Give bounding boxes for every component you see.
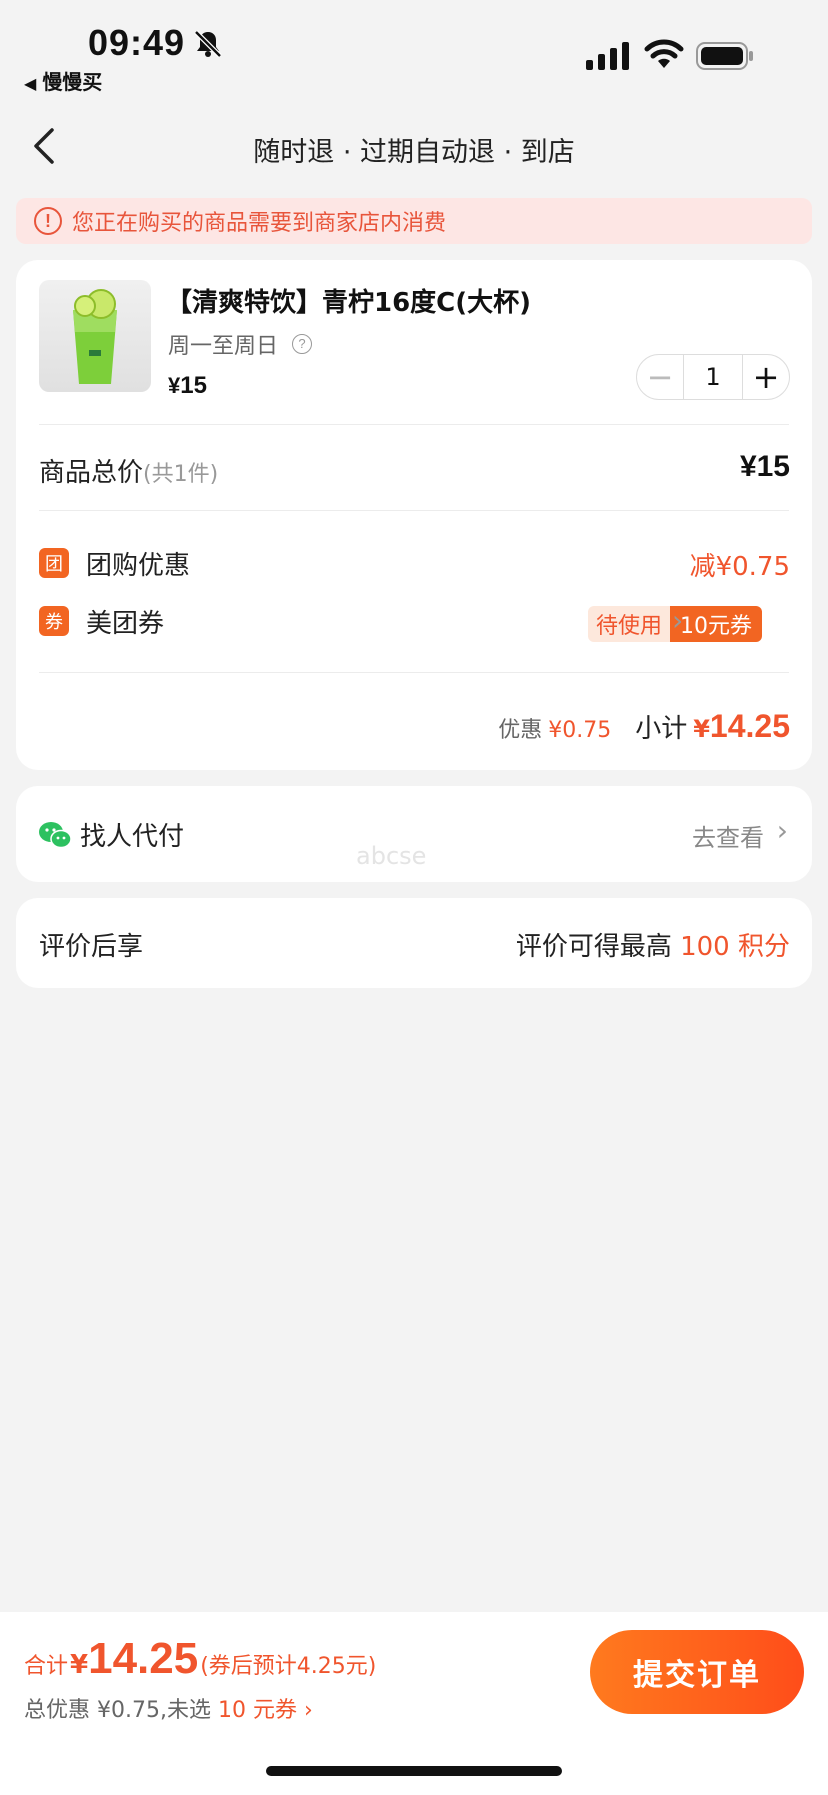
review-reward-prefix: 评价可得最高 <box>515 932 672 962</box>
wechat-icon <box>39 822 72 849</box>
divider <box>39 510 789 511</box>
store-notice-banner: ! 您正在购买的商品需要到商家店内消费 <box>16 198 812 244</box>
quantity-stepper: − 1 + <box>636 354 790 400</box>
savings-value: ¥0.75 <box>548 718 612 743</box>
page-title: 随时退 · 过期自动退 · 到店 <box>253 137 575 168</box>
quantity-value[interactable]: 1 <box>683 355 743 399</box>
coupon-pending-tag: 待使用 <box>588 606 671 642</box>
submit-order-button[interactable]: 提交订单 <box>590 1630 804 1714</box>
alert-icon: ! <box>34 207 62 235</box>
total-label-text: 商品总价 <box>39 458 144 488</box>
pay-for-me-row[interactable]: 找人代付 去查看 › abcse <box>16 786 812 882</box>
group-buy-discount: 减¥0.75 <box>689 552 790 582</box>
total-price-value: ¥15 <box>739 450 790 483</box>
notice-text: 您正在购买的商品需要到商家店内消费 <box>72 211 447 236</box>
subtotal-currency: ¥ <box>693 715 710 743</box>
divider <box>39 672 789 673</box>
after-coupon-estimate: (券后预计4.25元) <box>200 1654 377 1679</box>
grand-total-value: 14.25 <box>88 1634 199 1683</box>
watermark-text: abcse <box>356 842 427 870</box>
subtotal-value: 14.25 <box>709 708 790 744</box>
help-icon[interactable]: ? <box>292 334 313 354</box>
back-app-label: 慢慢买 <box>42 70 103 94</box>
wifi-icon <box>644 39 684 68</box>
cellular-signal-icon <box>586 42 629 70</box>
price-amount: 15 <box>180 372 207 399</box>
decrease-quantity-button[interactable]: − <box>637 355 683 399</box>
review-points: 100 积分 <box>680 932 790 962</box>
review-label: 评价后享 <box>39 932 144 962</box>
divider <box>39 424 789 425</box>
total-discount-text: 总优惠 ¥0.75,未选 <box>24 1698 211 1723</box>
subtotal-row: 优惠 ¥0.75 小计 ¥ 14.25 <box>498 708 790 745</box>
battery-icon <box>696 42 753 70</box>
back-to-app-link[interactable]: ◀ 慢慢买 <box>24 66 102 95</box>
review-reward-row: 评价后享 评价可得最高 100 积分 <box>16 898 812 988</box>
coupon-icon: 券 <box>39 606 69 636</box>
home-indicator[interactable] <box>266 1766 562 1776</box>
savings-label: 优惠 <box>498 718 543 743</box>
increase-quantity-button[interactable]: + <box>743 355 789 399</box>
item-count: (共1件) <box>143 462 219 487</box>
subtotal-label: 小计 <box>635 714 688 744</box>
grand-total-currency: ¥ <box>70 1650 89 1680</box>
total-price-label: 商品总价(共1件) <box>39 452 218 489</box>
chevron-right-icon[interactable]: › <box>672 604 683 637</box>
total-discount-info: 总优惠 ¥0.75,未选 10 元券 › <box>24 1692 313 1724</box>
coupon-amount-tag: 10元券 <box>670 606 763 642</box>
grand-total-label: 合计 <box>24 1654 69 1679</box>
unselected-coupon-link[interactable]: 10 元券 › <box>218 1698 313 1723</box>
price-currency: ¥ <box>168 373 181 398</box>
view-link[interactable]: 去查看 <box>692 818 764 853</box>
grand-total: 合计 ¥ 14.25 (券后预计4.25元) <box>24 1634 376 1684</box>
back-triangle-icon: ◀ <box>24 74 37 93</box>
product-name: 【清爽特饮】青柠16度C(大杯) <box>166 288 532 318</box>
pay-for-me-label: 找人代付 <box>80 822 185 852</box>
coupon-label: 美团券 <box>86 609 165 639</box>
group-buy-label: 团购优惠 <box>86 551 191 581</box>
chevron-right-icon: › <box>776 814 788 847</box>
product-price: ¥15 <box>168 372 207 400</box>
group-buy-icon: 团 <box>39 548 69 578</box>
availability-days: 周一至周日 <box>168 334 279 359</box>
product-availability: 周一至周日 ? <box>168 328 313 360</box>
product-image <box>39 280 151 392</box>
review-reward: 评价可得最高 100 积分 <box>516 926 790 963</box>
order-card: 【清爽特饮】青柠16度C(大杯) 周一至周日 ? ¥15 − 1 + 商品总价(… <box>16 260 812 770</box>
bell-muted-icon <box>194 30 222 58</box>
status-time: 09:49 <box>88 22 186 63</box>
